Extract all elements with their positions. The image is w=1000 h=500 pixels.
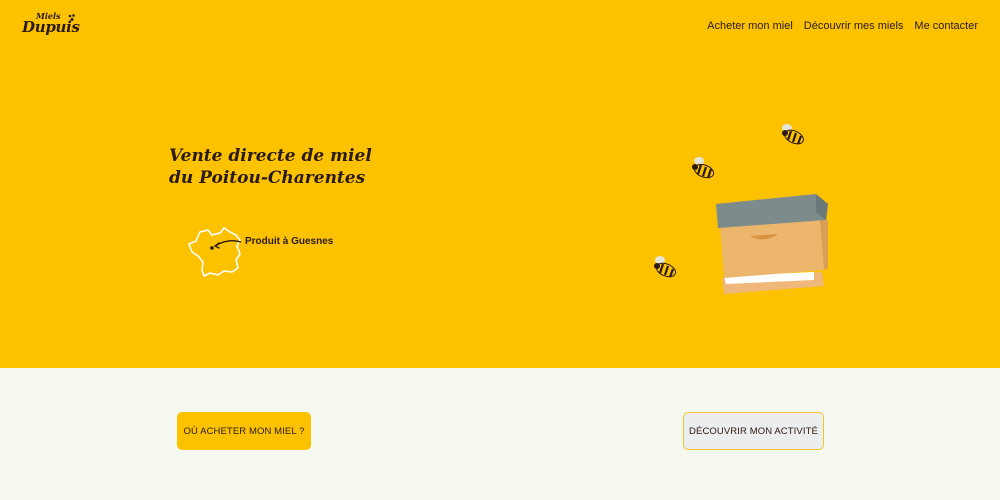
bee-icon bbox=[654, 256, 677, 278]
where-to-buy-button[interactable]: OÙ ACHETER MON MIEL ? bbox=[177, 412, 311, 450]
headline-line-2: du Poitou-Charentes bbox=[169, 168, 366, 188]
hero-headline: Vente directe de miel du Poitou-Charente… bbox=[169, 145, 409, 189]
france-map-icon bbox=[188, 227, 242, 277]
bee-icon bbox=[782, 124, 804, 145]
nav-item-acheter[interactable]: Acheter mon miel bbox=[707, 20, 793, 32]
nav-item-contact[interactable]: Me contacter bbox=[914, 20, 978, 32]
beehive-icon bbox=[716, 194, 828, 294]
nav-item-decouvrir[interactable]: Découvrir mes miels bbox=[804, 20, 904, 32]
bee-icon bbox=[692, 157, 715, 179]
origin-label: Produit à Guesnes bbox=[245, 236, 334, 247]
headline-line-1: Vente directe de miel bbox=[169, 146, 372, 166]
logo-bee-icon bbox=[68, 14, 75, 21]
site-logo[interactable]: Miels Dupuis bbox=[22, 11, 82, 39]
main-navigation: Acheter mon miel Découvrir mes miels Me … bbox=[707, 20, 978, 32]
actions-section: OÙ ACHETER MON MIEL ? DÉCOUVRIR MON ACTI… bbox=[0, 368, 1000, 500]
hero-section: Miels Dupuis Acheter mon miel Découvrir … bbox=[0, 0, 1000, 368]
discover-activity-button[interactable]: DÉCOUVRIR MON ACTIVITÉ bbox=[683, 412, 824, 450]
